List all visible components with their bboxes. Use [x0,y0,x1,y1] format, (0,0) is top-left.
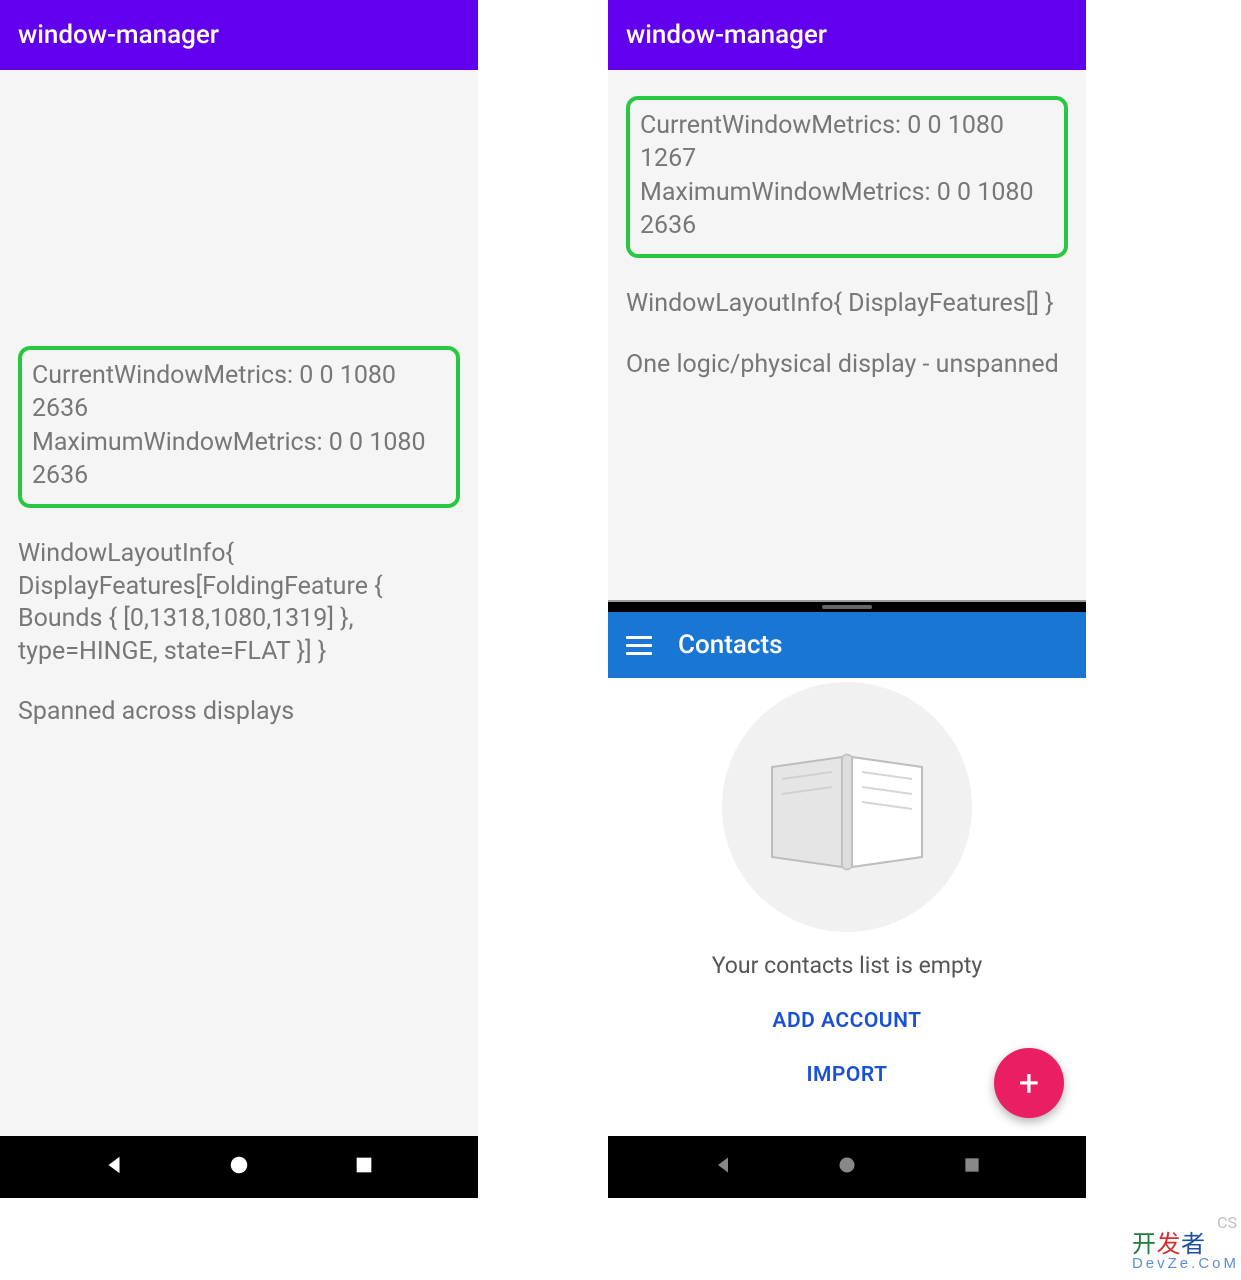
empty-contacts-message: Your contacts list is empty [608,952,1086,979]
maximum-window-metrics: MaximumWindowMetrics: 0 0 1080 2636 [32,427,446,492]
phone-left: window-manager CurrentWindowMetrics: 0 0… [0,0,478,1198]
split-handle-bar[interactable] [608,602,1086,612]
home-icon[interactable] [837,1155,857,1179]
span-state: Spanned across displays [18,696,460,729]
content-right: CurrentWindowMetrics: 0 0 1080 1267 Maxi… [608,70,1086,600]
spacer [626,86,1068,96]
maximum-window-metrics: MaximumWindowMetrics: 0 0 1080 2636 [640,177,1054,242]
window-layout-info: WindowLayoutInfo{ DisplayFeatures[] } [626,288,1068,321]
appbar-right: window-manager [608,0,1086,70]
current-window-metrics: CurrentWindowMetrics: 0 0 1080 1267 [640,110,1054,175]
overview-icon[interactable] [962,1155,982,1179]
span-state: One logic/physical display - unspanned [626,349,1068,382]
app-title: window-manager [18,20,219,50]
back-icon[interactable] [103,1154,125,1180]
metrics-box-right: CurrentWindowMetrics: 0 0 1080 1267 Maxi… [626,96,1068,258]
split-handle-icon [822,605,872,609]
metrics-box-left: CurrentWindowMetrics: 0 0 1080 2636 Maxi… [18,346,460,508]
hamburger-icon[interactable] [626,636,652,655]
appbar-left: window-manager [0,0,478,70]
android-navbar-left [0,1136,478,1198]
add-account-button[interactable]: ADD ACCOUNT [608,1009,1086,1033]
android-navbar-right [608,1136,1086,1198]
fab-add-contact[interactable]: + [994,1048,1064,1118]
contacts-title: Contacts [678,630,782,660]
app-title: window-manager [626,20,827,50]
empty-state-illustration [608,678,1086,932]
overview-icon[interactable] [353,1154,375,1180]
brand-char-2: 发 [1156,1231,1181,1258]
spacer [18,86,460,346]
brand-url: DevZe.CoM [1132,1255,1239,1272]
watermark-brand: 开发者 DevZe.CoM [1132,1224,1239,1272]
contacts-window: Contacts Your contacts list i [608,600,1086,1198]
plus-icon: + [1019,1062,1039,1104]
back-icon[interactable] [713,1155,733,1179]
book-icon [722,682,972,932]
content-left: CurrentWindowMetrics: 0 0 1080 2636 Maxi… [0,70,478,1136]
phone-right: window-manager CurrentWindowMetrics: 0 0… [608,0,1086,1198]
current-window-metrics: CurrentWindowMetrics: 0 0 1080 2636 [32,360,446,425]
window-layout-info: WindowLayoutInfo{ DisplayFeatures[Foldin… [18,538,460,668]
contacts-appbar: Contacts [608,612,1086,678]
home-icon[interactable] [228,1154,250,1180]
brand-char-3: 者 [1181,1231,1206,1258]
brand-char-1: 开 [1132,1231,1157,1258]
